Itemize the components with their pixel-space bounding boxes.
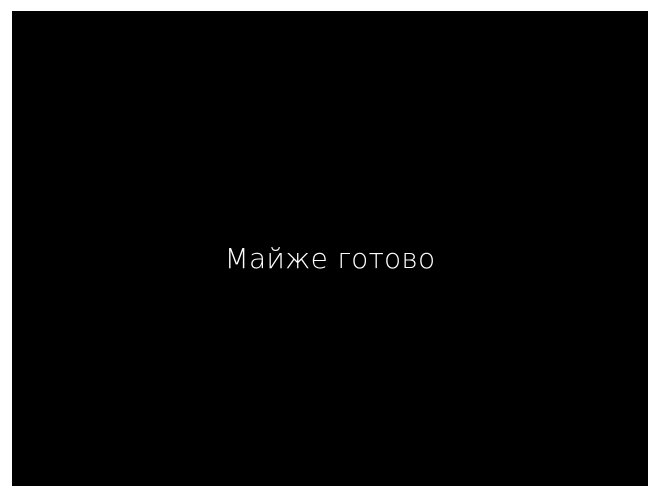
status-message: Майже готово xyxy=(224,242,436,275)
setup-screen: Майже готово xyxy=(12,11,648,486)
